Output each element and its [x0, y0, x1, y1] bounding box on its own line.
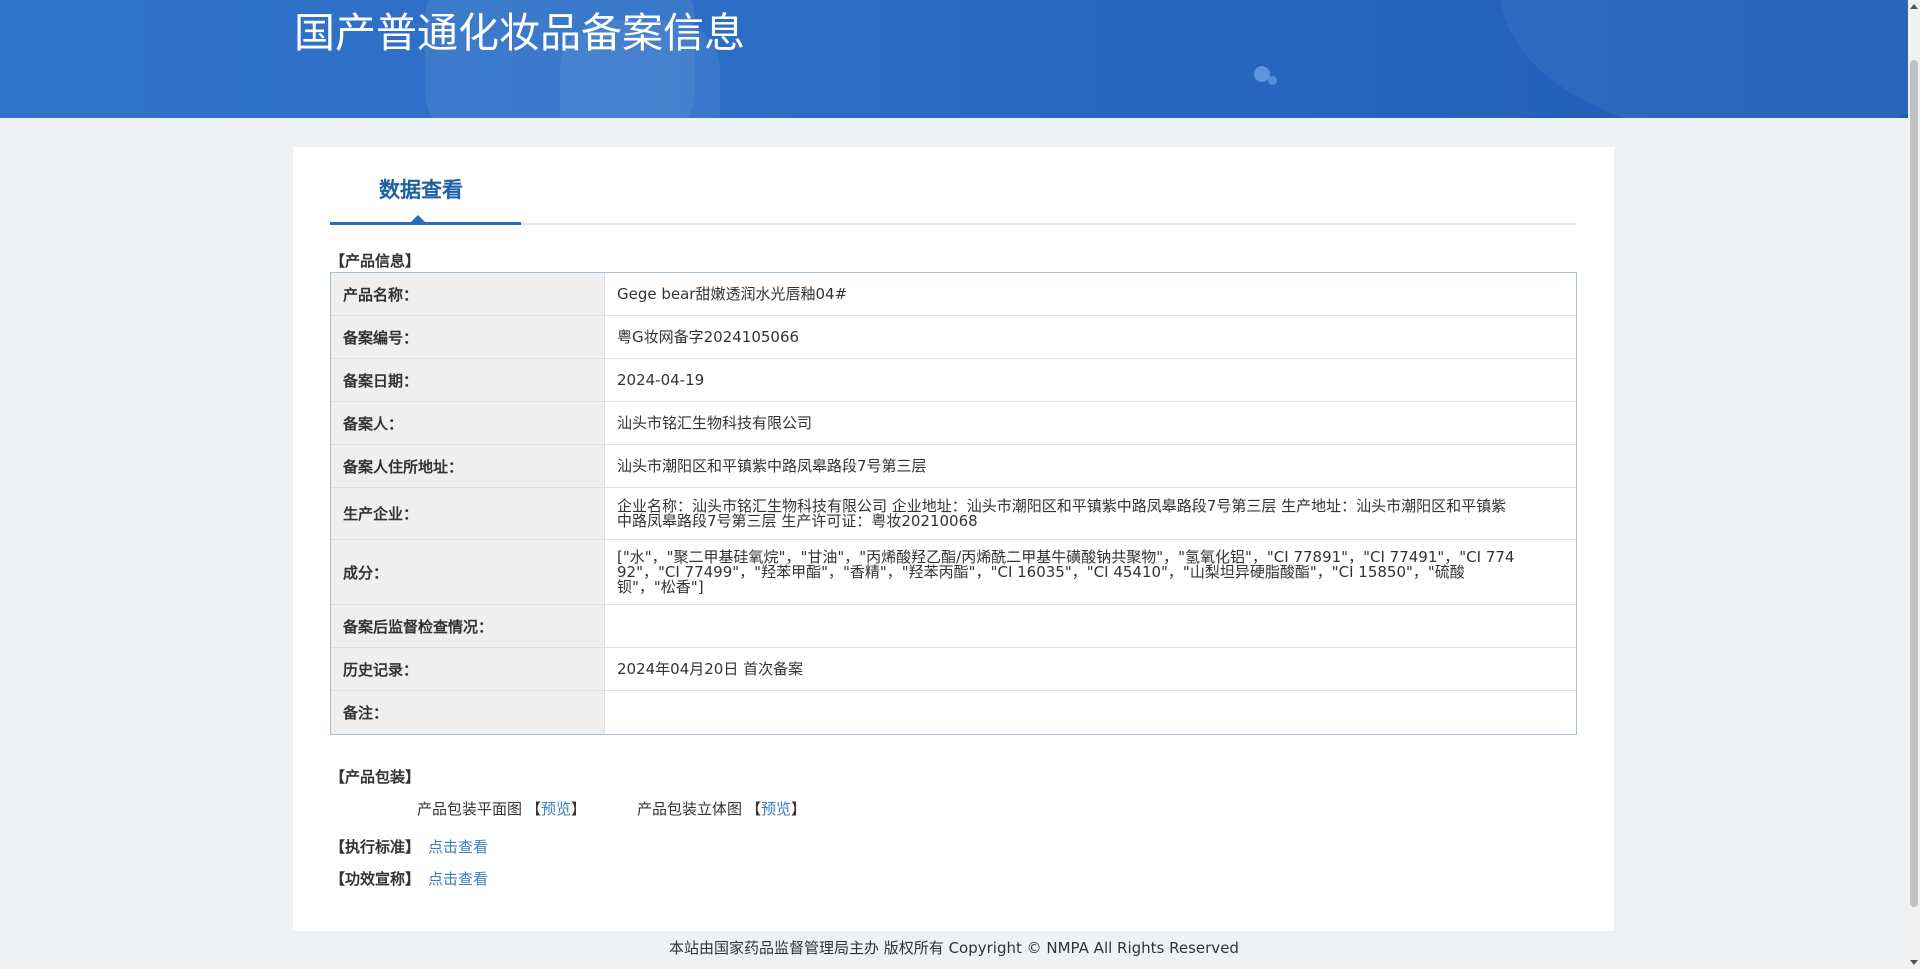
info-label: 产品名称： — [331, 273, 605, 316]
info-row-product-name: 产品名称： Gege bear甜嫩透润水光唇釉04# — [331, 273, 1576, 316]
info-value — [605, 605, 1576, 648]
info-row-ingredients: 成分： ["水"，"聚二甲基硅氧烷"，"甘油"，"丙烯酸羟乙酯/丙烯酰二甲基牛磺… — [331, 540, 1576, 605]
header-decoration-bubble-small — [1268, 76, 1277, 85]
scroll-down-arrow-icon[interactable] — [1910, 960, 1918, 965]
bracket-open: 【 — [746, 800, 762, 818]
vertical-scrollbar[interactable] — [1908, 0, 1920, 969]
packaging-item-3d: 产品包装立体图 【预览】 — [637, 800, 806, 818]
standard-view-link[interactable]: 点击查看 — [428, 838, 488, 856]
bracket-close: 】 — [571, 800, 587, 818]
info-value: 企业名称：汕头市铭汇生物科技有限公司 企业地址：汕头市潮阳区和平镇紫中路凤皋路段… — [605, 488, 1576, 540]
info-value: 汕头市潮阳区和平镇紫中路凤皋路段7号第三层 — [605, 445, 1576, 488]
page-header: 国产普通化妆品备案信息 — [0, 0, 1908, 118]
info-value: 粤G妆网备字2024105066 — [605, 316, 1576, 359]
info-row-manufacturer: 生产企业： 企业名称：汕头市铭汇生物科技有限公司 企业地址：汕头市潮阳区和平镇紫… — [331, 488, 1576, 540]
info-value: 2024-04-19 — [605, 359, 1576, 402]
info-label: 备案人住所地址： — [331, 445, 605, 488]
info-row-history: 历史记录： 2024年04月20日 首次备案 — [331, 648, 1576, 691]
efficacy-view-link[interactable]: 点击查看 — [428, 870, 488, 888]
info-value: 2024年04月20日 首次备案 — [605, 648, 1576, 691]
efficacy-row: 【功效宣称】 点击查看 — [330, 870, 488, 888]
info-row-post-filing-inspection: 备案后监督检查情况： — [331, 605, 1576, 648]
info-label: 历史记录： — [331, 648, 605, 691]
bracket-open: 【 — [526, 800, 542, 818]
packaging-item-flat: 产品包装平面图 【预览】 — [417, 800, 586, 818]
info-value — [605, 691, 1576, 734]
product-info-table: 产品名称： Gege bear甜嫩透润水光唇釉04# 备案编号： 粤G妆网备字2… — [330, 272, 1577, 735]
tab-data-view[interactable]: 数据查看 — [379, 177, 463, 203]
packaging-item-label: 产品包装立体图 — [637, 800, 743, 818]
tab-active-indicator — [330, 222, 521, 225]
content-card: 数据查看 【产品信息】 产品名称： Gege bear甜嫩透润水光唇釉04# 备… — [293, 147, 1614, 931]
info-label: 备案日期： — [331, 359, 605, 402]
info-label: 备案后监督检查情况： — [331, 605, 605, 648]
preview-3d-link[interactable]: 预览 — [761, 800, 791, 818]
scrollbar-thumb[interactable] — [1910, 60, 1918, 907]
info-row-filing-number: 备案编号： 粤G妆网备字2024105066 — [331, 316, 1576, 359]
packaging-item-label: 产品包装平面图 — [417, 800, 523, 818]
info-value: 汕头市铭汇生物科技有限公司 — [605, 402, 1576, 445]
page-title: 国产普通化妆品备案信息 — [294, 9, 745, 57]
info-label: 备注： — [331, 691, 605, 734]
info-label: 生产企业： — [331, 488, 605, 540]
scroll-up-arrow-icon[interactable] — [1910, 4, 1918, 9]
preview-flat-link[interactable]: 预览 — [541, 800, 571, 818]
info-label: 备案人： — [331, 402, 605, 445]
info-row-filer: 备案人： 汕头市铭汇生物科技有限公司 — [331, 402, 1576, 445]
page-footer: 本站由国家药品监督管理局主办 版权所有 Copyright © NMPA All… — [669, 939, 1239, 957]
standard-row: 【执行标准】 点击查看 — [330, 838, 488, 856]
section-title-packaging: 【产品包装】 — [330, 768, 421, 786]
bracket-close: 】 — [791, 800, 807, 818]
header-decoration-arc — [1500, 0, 1908, 118]
info-label: 备案编号： — [331, 316, 605, 359]
info-value: ["水"，"聚二甲基硅氧烷"，"甘油"，"丙烯酸羟乙酯/丙烯酰二甲基牛磺酸钠共聚… — [605, 540, 1576, 605]
info-label: 成分： — [331, 540, 605, 605]
section-title-product-info: 【产品信息】 — [330, 252, 421, 270]
tab-caret-up-icon — [411, 215, 425, 222]
info-row-filer-address: 备案人住所地址： 汕头市潮阳区和平镇紫中路凤皋路段7号第三层 — [331, 445, 1576, 488]
info-row-filing-date: 备案日期： 2024-04-19 — [331, 359, 1576, 402]
info-value: Gege bear甜嫩透润水光唇釉04# — [605, 273, 1576, 316]
standard-label: 【执行标准】 — [330, 838, 421, 856]
info-row-remarks: 备注： — [331, 691, 1576, 734]
efficacy-label: 【功效宣称】 — [330, 870, 421, 888]
